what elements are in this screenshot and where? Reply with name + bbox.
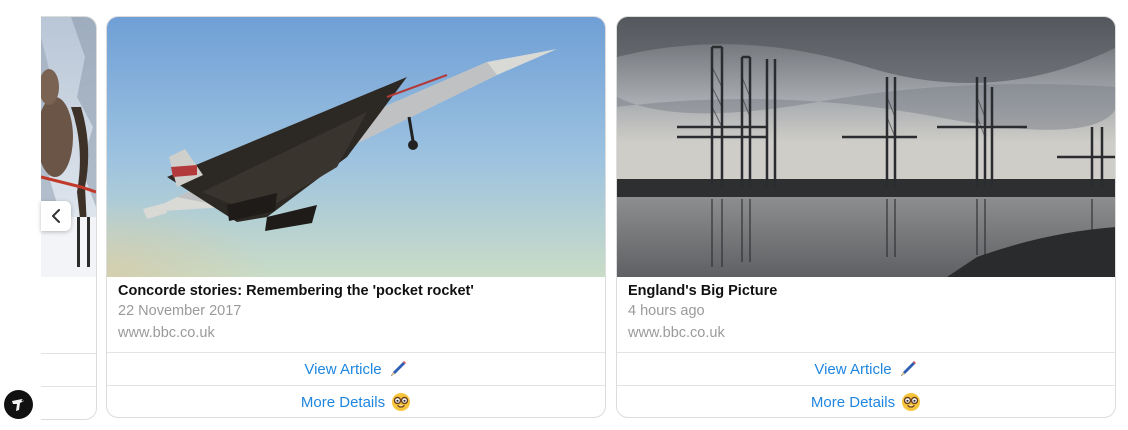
concorde-photo bbox=[107, 17, 605, 277]
card-title: Concorde stories: Remembering the 'pocke… bbox=[118, 283, 474, 299]
card-date: 22 November 2017 bbox=[118, 303, 242, 319]
view-article-button[interactable]: View Article bbox=[107, 352, 605, 385]
card-domain: www.bbc.co.uk bbox=[628, 325, 725, 341]
bot-logo-icon bbox=[11, 398, 24, 411]
view-article-button[interactable]: View Article bbox=[617, 352, 1115, 385]
message-carousel: Concorde stories: Remembering the 'pocke… bbox=[0, 0, 1128, 430]
card-title: England's Big Picture bbox=[628, 283, 778, 299]
view-article-label: View Article bbox=[304, 360, 382, 378]
harbour-cranes-photo bbox=[617, 17, 1115, 277]
nerd-face-icon bbox=[391, 392, 411, 412]
pen-icon bbox=[898, 359, 918, 379]
carousel-prev-button[interactable] bbox=[41, 201, 71, 231]
more-details-button[interactable]: More Details bbox=[617, 385, 1115, 417]
card-domain: www.bbc.co.uk bbox=[118, 325, 215, 341]
card-date: 4 hours ago bbox=[628, 303, 705, 319]
more-details-label: More Details bbox=[300, 393, 386, 411]
chevron-left-icon bbox=[52, 209, 60, 223]
nerd-face-icon bbox=[901, 392, 921, 412]
more-details-label: More Details bbox=[810, 393, 896, 411]
carousel-card[interactable]: England's Big Picture 4 hours ago www.bb… bbox=[616, 16, 1116, 418]
reindeer-photo bbox=[41, 17, 96, 277]
bot-avatar bbox=[4, 390, 33, 419]
view-article-label: View Article bbox=[814, 360, 892, 378]
pen-icon bbox=[388, 359, 408, 379]
carousel-card[interactable]: Concorde stories: Remembering the 'pocke… bbox=[106, 16, 606, 418]
more-details-button[interactable]: More Details bbox=[107, 385, 605, 417]
